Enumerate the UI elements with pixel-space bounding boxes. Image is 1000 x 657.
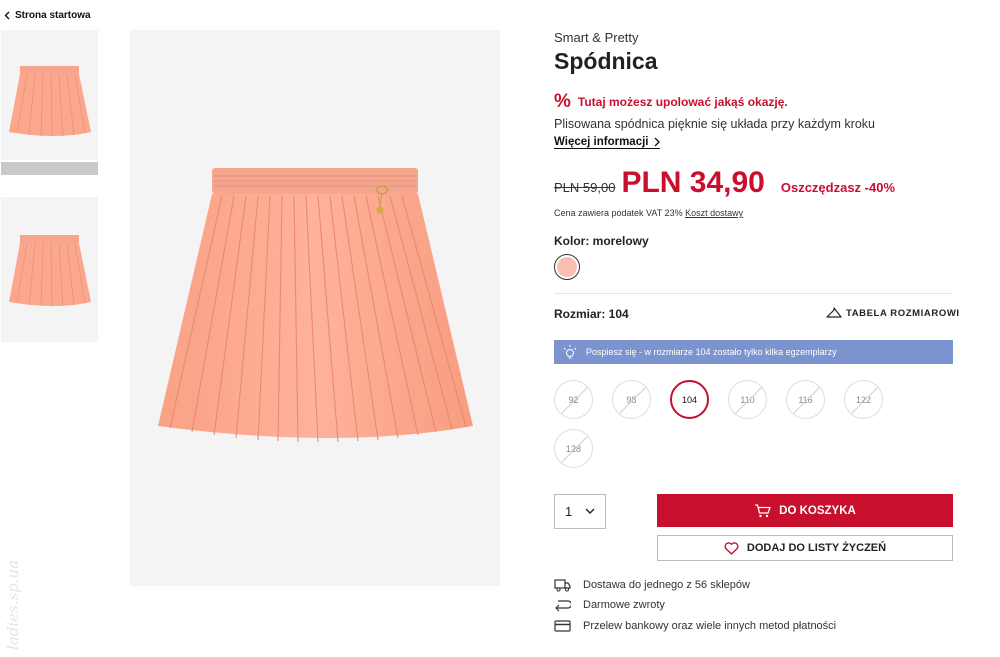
size-label: Rozmiar: 104	[554, 307, 629, 321]
thumbnail-2[interactable]	[1, 197, 98, 342]
delivery-info: Dostawa do jednego z 56 sklepów	[554, 578, 750, 592]
low-stock-banner: Pospiesz się - w rozmiarze 104 zostało t…	[554, 340, 953, 364]
payment-info-text: Przelew bankowy oraz wiele innych metod …	[583, 620, 837, 632]
back-to-home-link[interactable]: Strona startowa	[4, 10, 91, 21]
more-info-link[interactable]: Więcej informacji	[554, 136, 661, 149]
size-option-92[interactable]: 92	[554, 380, 593, 419]
thumbnail-1-selected-bar	[1, 162, 98, 175]
size-option-128[interactable]: 128	[554, 429, 593, 468]
add-to-cart-label: DO KOSZYKA	[779, 504, 856, 517]
size-option-110[interactable]: 110	[728, 380, 767, 419]
percent-icon: %	[554, 91, 571, 112]
color-label: Kolor: morelowy	[554, 234, 649, 248]
returns-info: Darmowe zwroty	[554, 598, 665, 612]
divider	[554, 293, 953, 294]
thumbnail-1[interactable]	[1, 30, 98, 160]
size-table-link[interactable]: TABELA ROZMIAROWI	[826, 307, 960, 319]
cart-icon	[755, 503, 771, 517]
add-to-wishlist-label: DODAJ DO LISTY ŻYCZEŃ	[746, 542, 887, 554]
truck-icon	[554, 579, 571, 592]
add-to-wishlist-button[interactable]: DODAJ DO LISTY ŻYCZEŃ	[657, 535, 953, 561]
size-option-98[interactable]: 98	[612, 380, 651, 419]
size-option-104[interactable]: 104	[670, 380, 709, 419]
size-option-116[interactable]: 116	[786, 380, 825, 419]
chevron-down-icon	[585, 508, 595, 514]
payment-info: Przelew bankowy oraz wiele innych metod …	[554, 619, 836, 633]
promo-text: Tutaj możesz upolować jakąś okazję.	[577, 94, 788, 109]
return-icon	[555, 600, 571, 612]
current-price: PLN 34,90	[621, 166, 765, 199]
old-price: PLN 59,00	[554, 180, 616, 195]
chevron-left-icon	[4, 11, 10, 20]
more-info-label: Więcej informacji	[554, 136, 649, 148]
back-link-label: Strona startowa	[15, 10, 91, 21]
quantity-value: 1	[565, 504, 573, 519]
size-table-label: TABELA ROZMIAROWI	[846, 307, 960, 319]
product-title: Spódnica	[554, 48, 658, 74]
skirt-thumbnail-image	[9, 66, 91, 137]
vat-info: Cena zawiera podatek VAT 23% Koszt dosta…	[554, 208, 743, 218]
add-to-cart-button[interactable]: DO KOSZYKA	[657, 494, 953, 527]
hanger-icon	[826, 307, 842, 318]
chevron-right-icon	[655, 137, 661, 147]
size-option-122[interactable]: 122	[844, 380, 883, 419]
card-icon	[554, 620, 571, 632]
brand-name[interactable]: Smart & Pretty	[554, 30, 639, 45]
color-swatch-morelowy[interactable]	[554, 254, 580, 280]
watermark: ladies.sp.ua	[4, 559, 22, 650]
returns-info-text: Darmowe zwroty	[583, 599, 665, 611]
heart-icon	[724, 541, 739, 555]
skirt-image	[158, 168, 473, 443]
lightbulb-icon	[563, 345, 577, 359]
quantity-select[interactable]: 1	[554, 494, 606, 529]
savings-badge: Oszczędzasz -40%	[780, 180, 896, 195]
price-row: PLN 59,00 PLN 34,90 Oszczędzasz -40%	[554, 166, 895, 200]
skirt-thumbnail-image	[9, 235, 91, 307]
product-description: Plisowana spódnica pięknie się układa pr…	[554, 117, 875, 131]
low-stock-text: Pospiesz się - w rozmiarze 104 zostało t…	[586, 347, 837, 357]
promo-message: % Tutaj możesz upolować jakąś okazję.	[554, 92, 788, 111]
delivery-info-text: Dostawa do jednego z 56 sklepów	[583, 579, 750, 591]
swatch-fill	[557, 257, 577, 277]
main-product-image[interactable]	[130, 30, 500, 586]
shipping-cost-link[interactable]: Koszt dostawy	[685, 208, 743, 218]
vat-text: Cena zawiera podatek VAT 23%	[554, 208, 683, 218]
